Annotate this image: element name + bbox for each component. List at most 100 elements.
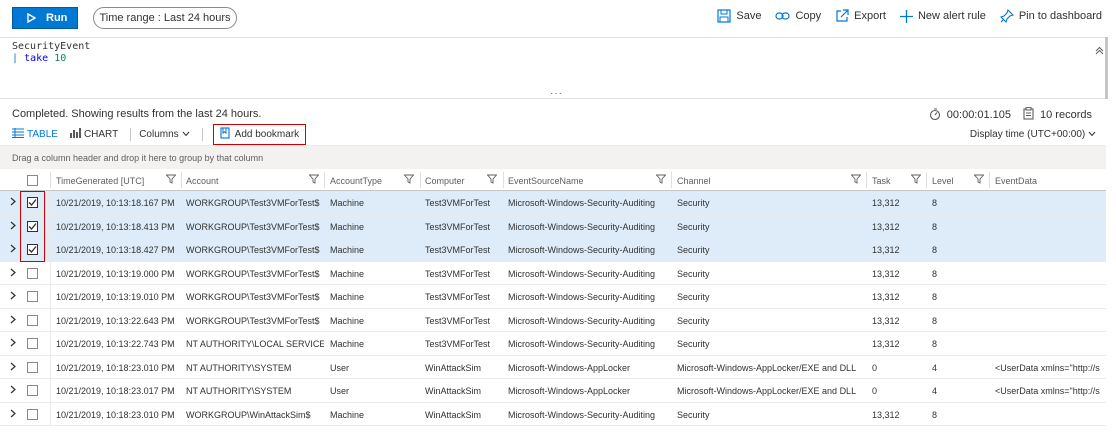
filter-icon[interactable]: [655, 174, 667, 186]
cell-accounttype: Machine: [330, 268, 365, 279]
filter-icon[interactable]: [165, 174, 177, 186]
pin-to-dashboard-button[interactable]: Pin to dashboard: [999, 9, 1102, 23]
cell-computer: Test3VMForTest: [425, 339, 491, 349]
bar-chart-icon: [70, 128, 81, 141]
cell-eventdata: [991, 215, 1106, 238]
run-label: Run: [46, 12, 68, 24]
tab-table[interactable]: TABLE: [12, 128, 58, 141]
chevron-right-icon[interactable]: [10, 244, 16, 256]
time-range-picker[interactable]: Time range : Last 24 hours: [93, 7, 237, 29]
table-row[interactable]: 10/21/2019, 10:18:23.010 PM NT AUTHORITY\…: [0, 355, 1106, 379]
cell-level: 4: [932, 386, 938, 396]
cell-accounttype: Machine: [330, 409, 365, 420]
column-header-timegenerated[interactable]: TimeGenerated [UTC]: [52, 169, 182, 191]
cell-accounttype: Machine: [330, 221, 365, 232]
column-header-eventsourcename[interactable]: EventSourceName: [504, 169, 672, 191]
copy-button[interactable]: Copy: [775, 10, 821, 22]
cell-eventsourcename: Microsoft-Windows-Security-Auditing: [508, 198, 656, 208]
cell-eventdata: [991, 191, 1106, 214]
table-row[interactable]: 10/21/2019, 10:18:23.010 PM WORKGROUP\Win…: [0, 402, 1106, 426]
filter-icon[interactable]: [403, 174, 415, 186]
table-row[interactable]: 10/21/2019, 10:13:22.743 PM NT AUTHORITY\…: [0, 332, 1106, 356]
cell-computer: Test3VMForTest: [425, 268, 491, 279]
chevron-right-icon[interactable]: [10, 409, 16, 421]
table-row[interactable]: 10/21/2019, 10:13:18.167 PM WORKGROUP\Tes…: [0, 191, 1106, 215]
cell-timegenerated: 10/21/2019, 10:13:22.743 PM: [56, 339, 175, 349]
cell-level: 8: [932, 339, 938, 349]
cell-account: WORKGROUP\Test3VMForTest$: [186, 292, 320, 302]
cell-channel: Security: [677, 198, 710, 208]
editor-scrollbar[interactable]: [1105, 37, 1108, 99]
cell-timegenerated: 10/21/2019, 10:18:23.010 PM: [56, 362, 175, 373]
chevron-right-icon[interactable]: [10, 362, 16, 374]
filter-icon[interactable]: [910, 174, 922, 186]
save-button[interactable]: Save: [717, 9, 761, 23]
display-time-dropdown[interactable]: Display time (UTC+00:00): [970, 129, 1096, 140]
chevron-right-icon[interactable]: [10, 385, 16, 397]
row-checkbox[interactable]: [27, 338, 38, 349]
tab-chart[interactable]: CHART: [70, 128, 118, 141]
columns-dropdown[interactable]: Columns: [139, 129, 190, 140]
cell-task: 13,312: [872, 221, 900, 232]
cell-eventdata: [991, 403, 1106, 426]
row-checkbox[interactable]: [27, 291, 38, 302]
table-row[interactable]: 10/21/2019, 10:18:23.017 PM NT AUTHORITY\…: [0, 379, 1106, 403]
chevron-right-icon[interactable]: [10, 268, 16, 280]
column-header-computer[interactable]: Computer: [421, 169, 503, 191]
cell-channel: Security: [677, 292, 710, 302]
filter-icon[interactable]: [973, 174, 985, 186]
table-row[interactable]: 10/21/2019, 10:13:19.010 PM WORKGROUP\Tes…: [0, 285, 1106, 309]
add-bookmark-button[interactable]: Add bookmark: [212, 124, 307, 145]
row-checkbox[interactable]: [27, 385, 38, 396]
chevron-right-icon[interactable]: [10, 291, 16, 303]
cell-channel: Security: [677, 221, 710, 232]
cell-account: NT AUTHORITY\LOCAL SERVICE: [186, 339, 324, 349]
chevron-right-icon[interactable]: [10, 221, 16, 233]
table-row[interactable]: 10/21/2019, 10:13:19.000 PM WORKGROUP\Tes…: [0, 261, 1106, 285]
cell-eventsourcename: Microsoft-Windows-Security-Auditing: [508, 292, 656, 302]
row-checkbox[interactable]: [27, 361, 38, 373]
save-label: Save: [736, 10, 762, 22]
cell-computer: Test3VMForTest: [425, 245, 491, 255]
cell-eventsourcename: Microsoft-Windows-Security-Auditing: [508, 339, 656, 349]
chevron-right-icon[interactable]: [10, 197, 16, 209]
cell-account: NT AUTHORITY\SYSTEM: [186, 362, 292, 373]
cell-eventsourcename: Microsoft-Windows-AppLocker: [508, 386, 631, 396]
row-checkbox[interactable]: [27, 314, 38, 326]
export-button[interactable]: Export: [835, 9, 886, 23]
cell-timegenerated: 10/21/2019, 10:18:23.017 PM: [56, 386, 175, 396]
collapse-editor-icon[interactable]: [1095, 46, 1104, 58]
select-all-checkbox[interactable]: [27, 175, 38, 186]
filter-icon[interactable]: [850, 174, 862, 186]
table-row[interactable]: 10/21/2019, 10:13:22.643 PM WORKGROUP\Tes…: [0, 308, 1106, 332]
resize-handle[interactable]: ···: [550, 88, 563, 99]
cell-eventdata: [991, 262, 1106, 285]
plus-icon: [899, 9, 913, 23]
filter-icon[interactable]: [486, 174, 498, 186]
chevron-right-icon[interactable]: [10, 338, 16, 350]
cell-computer: Test3VMForTest: [425, 198, 491, 208]
new-alert-rule-button[interactable]: New alert rule: [899, 9, 986, 23]
table-row[interactable]: 10/21/2019, 10:13:18.427 PM WORKGROUP\Tes…: [0, 238, 1106, 262]
cell-channel: Security: [677, 339, 710, 349]
toolbar-divider: [130, 128, 132, 141]
row-checkbox[interactable]: [27, 408, 38, 420]
group-by-drop-zone[interactable]: Drag a column header and drop it here to…: [0, 145, 1106, 169]
cell-account: NT AUTHORITY\SYSTEM: [186, 386, 292, 396]
cell-channel: Security: [677, 245, 710, 255]
row-checkbox[interactable]: [27, 267, 38, 279]
table-row[interactable]: 10/21/2019, 10:13:18.413 PM WORKGROUP\Tes…: [0, 214, 1106, 238]
cell-computer: Test3VMForTest: [425, 315, 491, 326]
column-header-channel[interactable]: Channel: [673, 169, 867, 191]
run-button[interactable]: Run: [12, 7, 78, 29]
column-header-level[interactable]: Level: [928, 169, 990, 191]
column-header-eventdata[interactable]: EventData: [991, 169, 1106, 191]
cell-account: WORKGROUP\Test3VMForTest$: [186, 315, 320, 326]
cell-timegenerated: 10/21/2019, 10:13:18.427 PM: [56, 245, 175, 255]
cell-eventdata: [991, 285, 1106, 308]
filter-icon[interactable]: [308, 174, 320, 186]
column-header-task[interactable]: Task: [868, 169, 927, 191]
column-header-accounttype[interactable]: AccountType: [326, 169, 420, 191]
column-header-account[interactable]: Account: [182, 169, 325, 191]
chevron-right-icon[interactable]: [10, 315, 16, 327]
